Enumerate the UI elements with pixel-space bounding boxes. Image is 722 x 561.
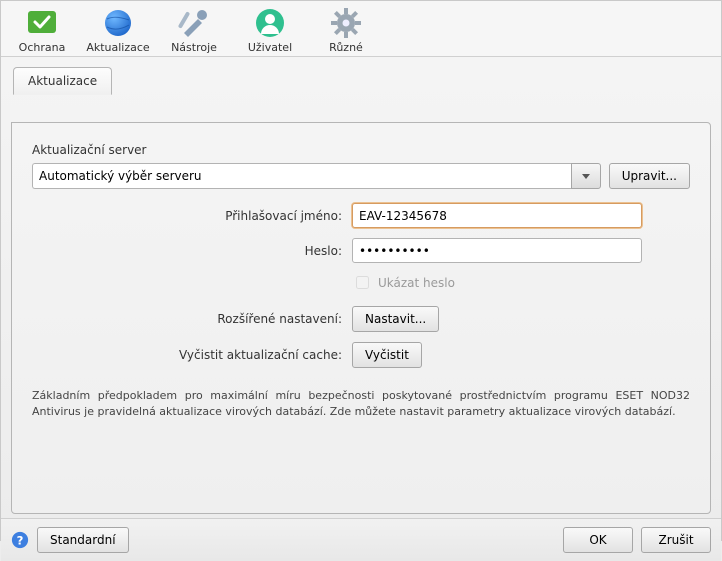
edit-server-button[interactable]: Upravit... xyxy=(609,163,690,189)
advanced-button[interactable]: Nastavit... xyxy=(352,306,439,332)
show-password-label: Ukázat heslo xyxy=(378,276,455,290)
server-section-label: Aktualizační server xyxy=(32,143,690,157)
tab-label: Aktualizace xyxy=(28,74,97,88)
gear-icon xyxy=(330,7,362,39)
settings-window: Ochrana Aktualizace Nástroje Uživatel Rů… xyxy=(0,0,722,541)
password-row: Heslo: xyxy=(32,238,690,263)
content-area: Aktualizace Aktualizační server Upravit.… xyxy=(1,57,721,518)
tab-update[interactable]: Aktualizace xyxy=(13,67,112,95)
ok-button[interactable]: OK xyxy=(563,527,633,553)
wrench-screwdriver-icon xyxy=(178,7,210,39)
advanced-label: Rozšířené nastavení: xyxy=(32,312,342,326)
login-row: Přihlašovací jméno: xyxy=(32,203,690,228)
shield-check-icon xyxy=(26,7,58,39)
globe-icon xyxy=(102,7,134,39)
cache-row: Vyčistit aktualizační cache: Vyčistit xyxy=(32,342,690,368)
toolbar-label: Nástroje xyxy=(171,41,217,54)
toolbar-item-tools[interactable]: Nástroje xyxy=(165,7,223,54)
main-toolbar: Ochrana Aktualizace Nástroje Uživatel Rů… xyxy=(1,1,721,57)
clear-cache-button[interactable]: Vyčistit xyxy=(352,342,422,368)
toolbar-item-misc[interactable]: Různé xyxy=(317,7,375,54)
toolbar-item-user[interactable]: Uživatel xyxy=(241,7,299,54)
chevron-down-icon xyxy=(582,174,590,179)
description-text: Základním předpokladem pro maximální mír… xyxy=(32,388,690,420)
toolbar-label: Různé xyxy=(329,41,363,54)
server-combo xyxy=(32,163,601,189)
password-label: Heslo: xyxy=(32,244,342,258)
toolbar-item-update[interactable]: Aktualizace xyxy=(89,7,147,54)
advanced-row: Rozšířené nastavení: Nastavit... xyxy=(32,306,690,332)
cancel-button[interactable]: Zrušit xyxy=(641,527,711,553)
help-icon[interactable]: ? xyxy=(11,531,29,549)
cache-label: Vyčistit aktualizační cache: xyxy=(32,348,342,362)
toolbar-label: Ochrana xyxy=(19,41,66,54)
login-input[interactable] xyxy=(352,203,642,228)
toolbar-label: Uživatel xyxy=(248,41,292,54)
server-row: Upravit... xyxy=(32,163,690,189)
server-dropdown-button[interactable] xyxy=(571,163,601,189)
update-panel: Aktualizační server Upravit... Přihlašov… xyxy=(11,122,711,514)
toolbar-item-protection[interactable]: Ochrana xyxy=(13,7,71,54)
default-button[interactable]: Standardní xyxy=(37,527,129,553)
tab-strip: Aktualizace xyxy=(11,67,711,95)
login-label: Přihlašovací jméno: xyxy=(32,209,342,223)
toolbar-label: Aktualizace xyxy=(86,41,149,54)
password-input[interactable] xyxy=(352,238,642,263)
user-icon xyxy=(254,7,286,39)
show-password-row: Ukázat heslo xyxy=(352,273,690,292)
server-input[interactable] xyxy=(32,163,571,189)
dialog-footer: ? Standardní OK Zrušit xyxy=(1,518,721,561)
show-password-checkbox[interactable] xyxy=(356,276,369,289)
